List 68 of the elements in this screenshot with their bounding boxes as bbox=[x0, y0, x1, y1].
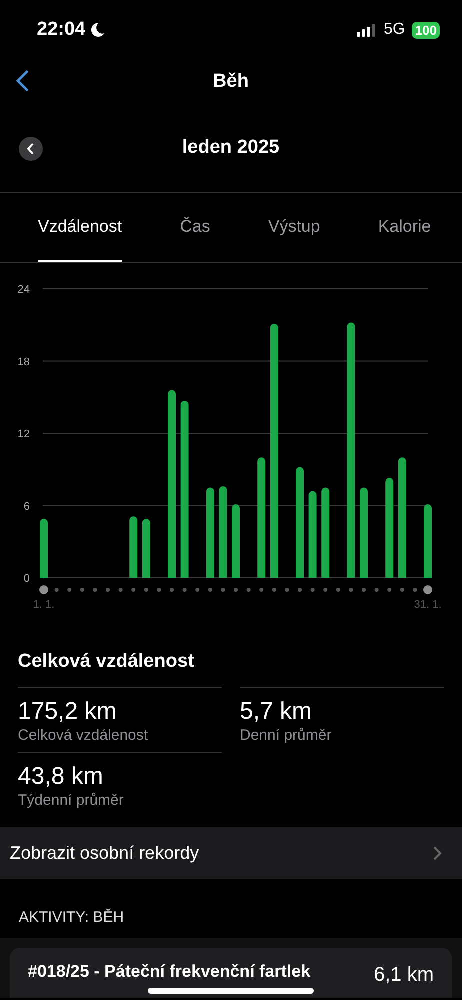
day-dot[interactable] bbox=[221, 588, 226, 592]
distance-bar bbox=[40, 519, 48, 578]
activity-title: #018/25 - Páteční frekvenční fartlek bbox=[28, 962, 311, 983]
stat-label: Denní průměr bbox=[240, 727, 333, 744]
y-axis-label: 18 bbox=[18, 356, 30, 368]
day-dot[interactable] bbox=[246, 588, 251, 592]
day-dot[interactable] bbox=[362, 588, 366, 592]
chevron-left-icon bbox=[27, 143, 35, 155]
activity-card[interactable]: #018/25 - Páteční frekvenční fartlek 6,1 km bbox=[10, 948, 452, 998]
x-axis-label: 1. 1. bbox=[33, 599, 55, 611]
period-label: leden 2025 bbox=[182, 137, 280, 159]
day-dot[interactable] bbox=[388, 588, 392, 592]
metric-tab[interactable]: Vzdálenost bbox=[38, 193, 122, 262]
day-dot[interactable] bbox=[132, 588, 136, 592]
day-dot[interactable] bbox=[208, 588, 212, 592]
day-dot[interactable] bbox=[157, 588, 162, 592]
day-dot[interactable] bbox=[234, 588, 238, 592]
day-dot[interactable] bbox=[118, 588, 123, 592]
day-dot[interactable] bbox=[324, 588, 328, 592]
day-dot[interactable] bbox=[93, 588, 98, 592]
day-dot[interactable] bbox=[182, 588, 187, 592]
screen-title: Běh bbox=[213, 71, 249, 93]
metric-tab[interactable]: Čas bbox=[180, 193, 210, 262]
metric-tab[interactable]: Výstup bbox=[268, 193, 320, 262]
day-dot[interactable] bbox=[40, 586, 48, 594]
signal-icon bbox=[356, 24, 377, 36]
day-dot[interactable] bbox=[336, 588, 340, 592]
chevron-right-icon bbox=[433, 846, 442, 860]
clock-time: 22:04 bbox=[37, 19, 86, 41]
section-header: AKTIVITY: BĚH bbox=[18, 908, 126, 928]
day-dot[interactable] bbox=[310, 588, 315, 592]
distance-bar bbox=[142, 519, 150, 578]
day-dot[interactable] bbox=[144, 588, 148, 592]
moon-icon bbox=[90, 22, 105, 38]
stat-label: Týdenní průměr bbox=[18, 792, 125, 809]
stat-label: Celková vzdálenost bbox=[18, 727, 150, 744]
day-dot[interactable] bbox=[374, 588, 379, 592]
x-axis-label: 31. 1. bbox=[414, 599, 442, 611]
y-axis-label: 12 bbox=[18, 428, 30, 440]
day-dot[interactable] bbox=[272, 588, 276, 592]
y-axis-label: 0 bbox=[24, 573, 30, 585]
personal-records-link[interactable]: Zobrazit osobní rekordy bbox=[0, 827, 462, 879]
day-dot[interactable] bbox=[80, 588, 84, 592]
day-dot[interactable] bbox=[285, 588, 290, 592]
activity-distance: 6,1 km bbox=[374, 964, 434, 987]
previous-month-button[interactable] bbox=[19, 137, 43, 161]
day-dot[interactable] bbox=[424, 586, 432, 594]
day-dot[interactable] bbox=[106, 588, 110, 592]
back-icon[interactable] bbox=[15, 70, 29, 92]
stat-value: 43,8 km bbox=[18, 763, 104, 791]
day-dot[interactable] bbox=[54, 588, 59, 592]
day-dot[interactable] bbox=[349, 588, 354, 592]
day-dot[interactable] bbox=[170, 588, 174, 592]
y-axis-label: 24 bbox=[18, 284, 30, 296]
metric-tab[interactable]: Kalorie bbox=[378, 193, 432, 262]
distance-bar bbox=[130, 516, 138, 578]
day-dot[interactable] bbox=[298, 588, 302, 592]
section-title: Celková vzdálenost bbox=[18, 651, 196, 673]
battery-indicator: 100 bbox=[412, 22, 440, 38]
day-dot[interactable] bbox=[68, 588, 72, 592]
day-dot[interactable] bbox=[260, 588, 264, 592]
network-label: 5G bbox=[384, 21, 406, 39]
day-dot[interactable] bbox=[413, 588, 418, 592]
day-dot[interactable] bbox=[196, 588, 200, 592]
y-axis-label: 6 bbox=[24, 500, 30, 513]
stat-value: 175,2 km bbox=[18, 698, 118, 726]
day-dot[interactable] bbox=[400, 588, 404, 592]
stat-value: 5,7 km bbox=[240, 698, 314, 726]
